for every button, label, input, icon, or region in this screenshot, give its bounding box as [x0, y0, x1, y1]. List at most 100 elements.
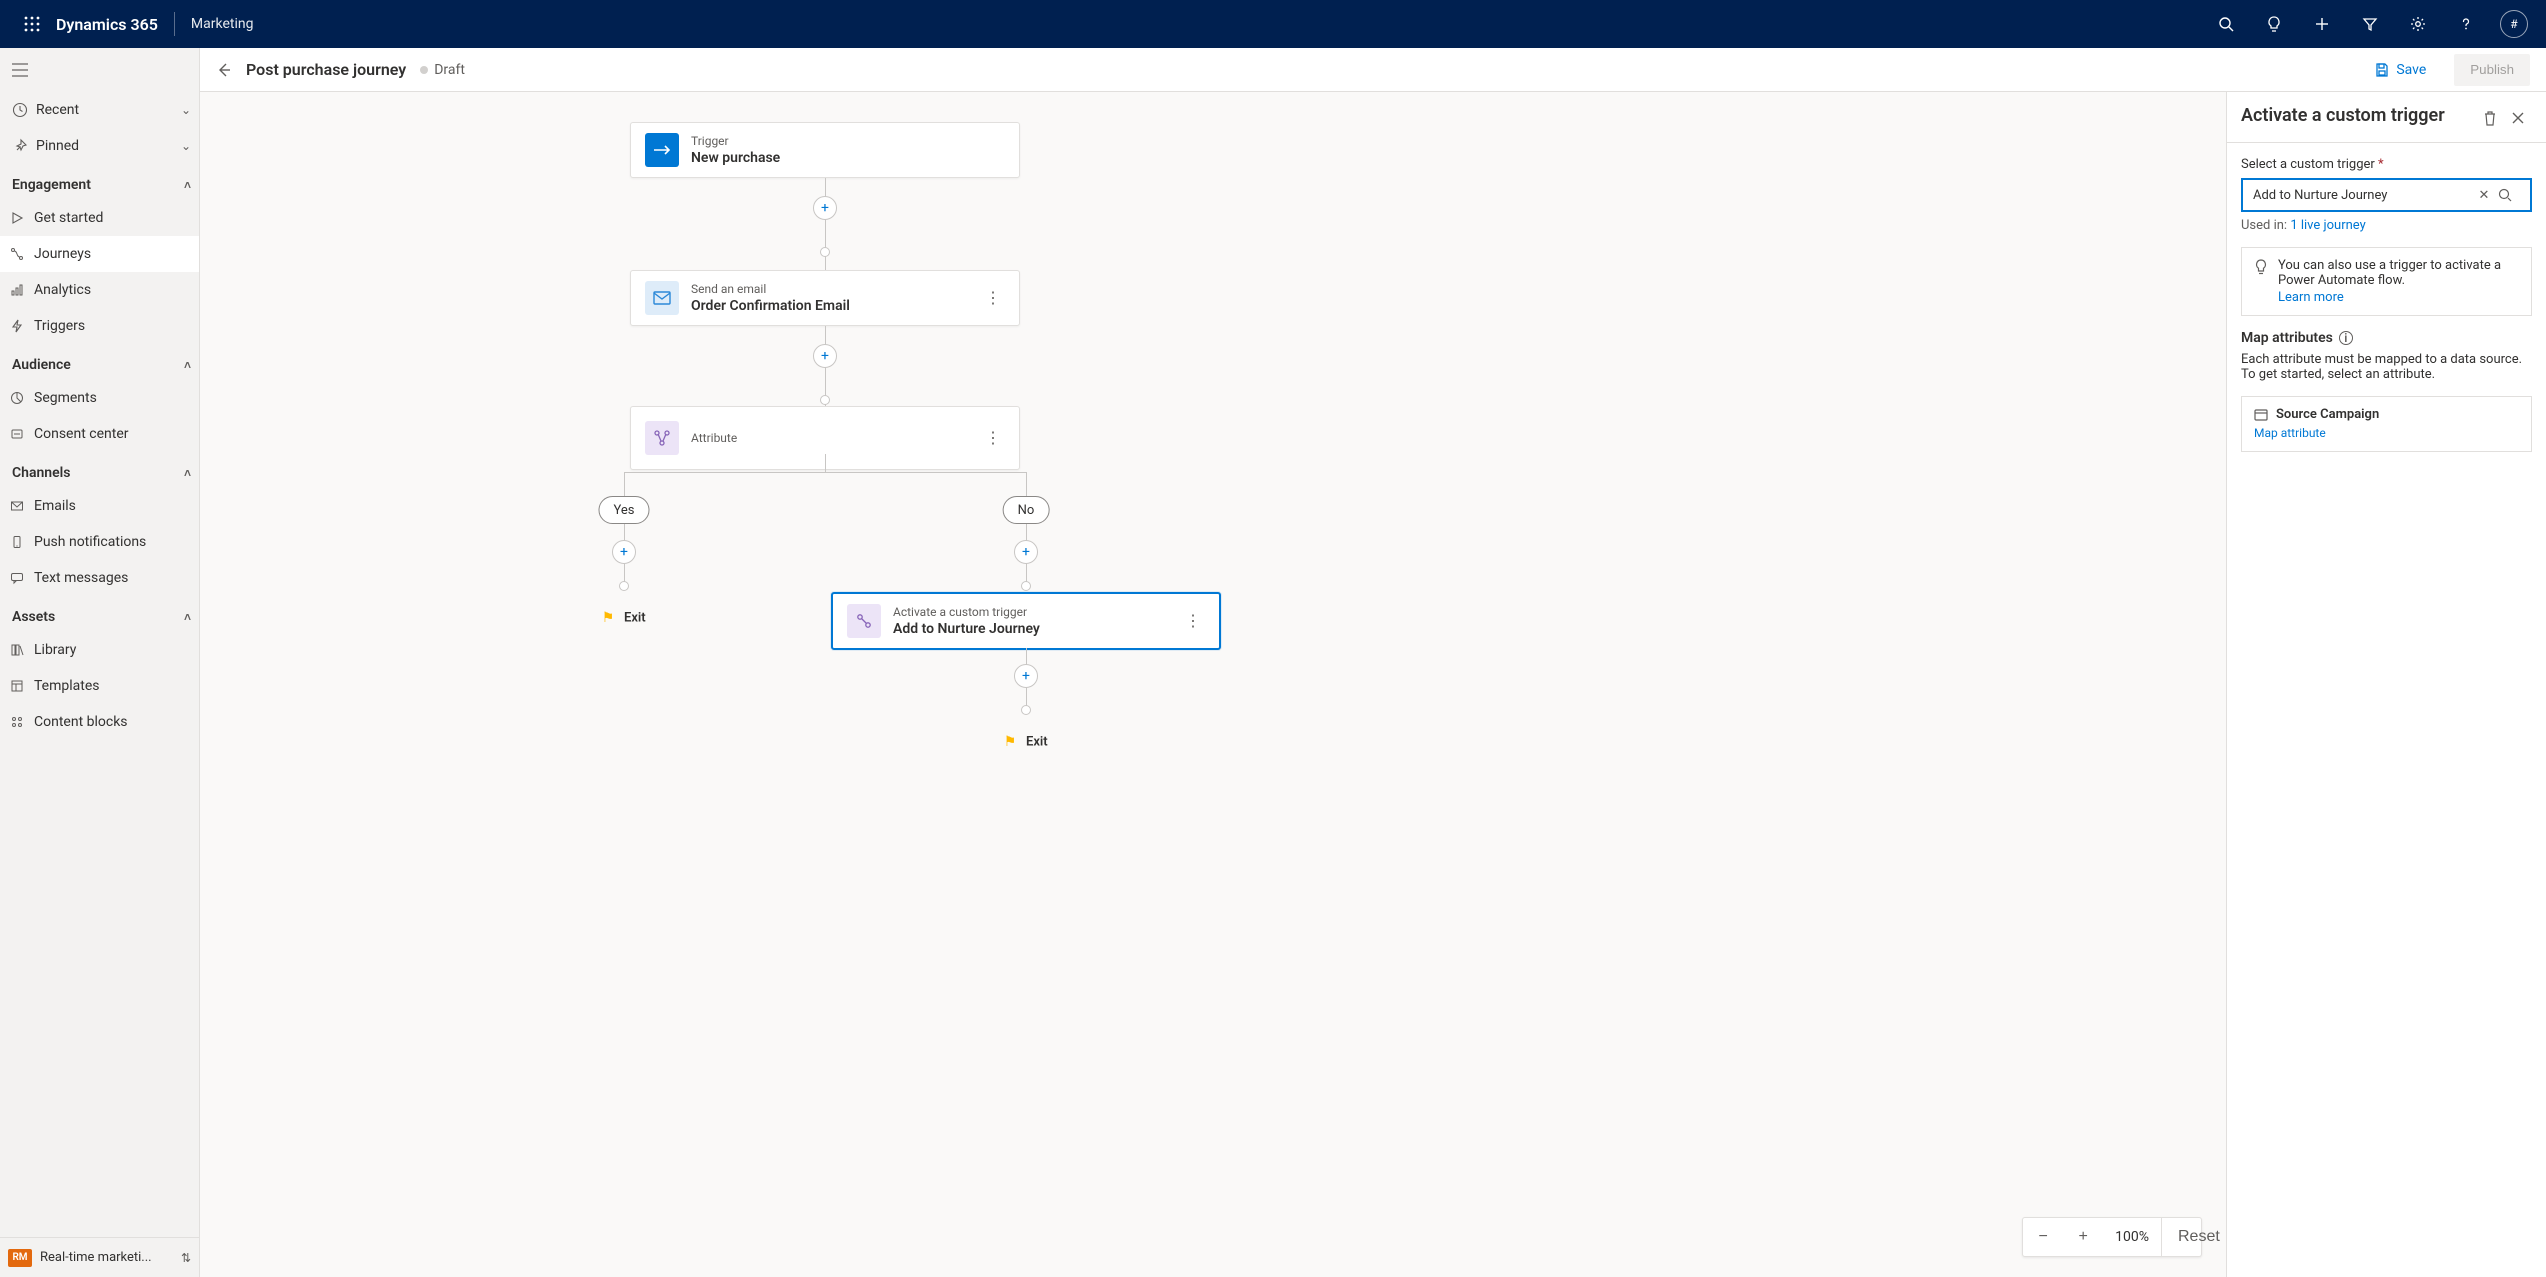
nav-content-blocks[interactable]: Content blocks: [0, 704, 199, 740]
chevron-up-icon: ˄: [184, 610, 191, 624]
lightbulb-icon: [2266, 16, 2282, 32]
help-button[interactable]: [2442, 0, 2490, 48]
blocks-icon: [10, 715, 34, 729]
insights-button[interactable]: [2250, 0, 2298, 48]
used-in-text: Used in: 1 live journey: [2241, 218, 2532, 233]
back-button[interactable]: [216, 62, 232, 78]
map-attribute-link[interactable]: Map attribute: [2254, 426, 2326, 440]
node-custom-type: Activate a custom trigger: [893, 604, 1040, 620]
nav-get-started[interactable]: Get started: [0, 200, 199, 236]
connector-dot: [1021, 705, 1031, 715]
zoom-reset-button[interactable]: Reset: [2161, 1217, 2201, 1257]
nav-push[interactable]: Push notifications: [0, 524, 199, 560]
journey-icon: [10, 247, 34, 261]
exit-no-label: Exit: [1026, 735, 1048, 750]
nav-templates[interactable]: Templates: [0, 668, 199, 704]
nav-library-label: Library: [34, 642, 191, 658]
branch-no[interactable]: No: [1003, 496, 1050, 524]
panel-title: Activate a custom trigger: [2241, 104, 2476, 128]
product-name[interactable]: Dynamics 365: [56, 15, 158, 34]
gear-icon: [2410, 16, 2426, 32]
record-status-label: Draft: [434, 62, 465, 78]
add-button[interactable]: [2298, 0, 2346, 48]
help-icon: [2458, 16, 2474, 32]
chevron-down-icon: ⌄: [181, 139, 191, 153]
journey-canvas[interactable]: Trigger New purchase + Send an email Ord…: [200, 92, 2226, 1277]
section-channels[interactable]: Channels ˄: [0, 452, 199, 488]
nav-analytics-label: Analytics: [34, 282, 191, 298]
nav-library[interactable]: Library: [0, 632, 199, 668]
node-email[interactable]: Send an email Order Confirmation Email ⋮: [630, 270, 1020, 326]
delete-node-button[interactable]: [2476, 104, 2504, 132]
topbar-divider: [174, 12, 175, 36]
nav-journeys[interactable]: Journeys: [0, 236, 199, 272]
trigger-node-icon: [645, 133, 679, 167]
add-step-button[interactable]: +: [813, 196, 837, 220]
node-custom-trigger[interactable]: Activate a custom trigger Add to Nurture…: [831, 592, 1221, 650]
close-panel-button[interactable]: [2504, 104, 2532, 132]
nav-text[interactable]: Text messages: [0, 560, 199, 596]
exit-flag-icon: ⚑: [602, 610, 615, 626]
nav-emails[interactable]: Emails: [0, 488, 199, 524]
nav-analytics[interactable]: Analytics: [0, 272, 199, 308]
map-attributes-title: Map attributes i: [2241, 330, 2532, 346]
filter-icon: [2362, 16, 2378, 32]
add-step-button[interactable]: +: [813, 344, 837, 368]
section-assets[interactable]: Assets ˄: [0, 596, 199, 632]
zoom-in-button[interactable]: +: [2063, 1217, 2103, 1257]
add-step-button[interactable]: +: [1014, 540, 1038, 564]
node-attribute-type: Attribute: [691, 430, 737, 446]
map-help-text: Each attribute must be mapped to a data …: [2241, 352, 2532, 382]
node-trigger[interactable]: Trigger New purchase: [630, 122, 1020, 178]
attribute-card[interactable]: Source Campaign Map attribute: [2241, 396, 2532, 452]
learn-more-link[interactable]: Learn more: [2278, 290, 2519, 305]
node-custom-name: Add to Nurture Journey: [893, 620, 1040, 638]
app-launcher[interactable]: [8, 16, 56, 32]
lookup-search-button[interactable]: [2498, 188, 2526, 202]
node-more-button[interactable]: ⋮: [981, 426, 1005, 450]
used-in-link[interactable]: 1 live journey: [2290, 218, 2365, 233]
info-icon[interactable]: i: [2339, 331, 2353, 345]
nav-pinned[interactable]: Pinned ⌄: [0, 128, 199, 164]
select-trigger-combo[interactable]: Add to Nurture Journey ✕: [2241, 178, 2532, 212]
node-email-name: Order Confirmation Email: [691, 297, 850, 315]
nav-get-started-label: Get started: [34, 210, 191, 226]
section-engagement-label: Engagement: [12, 177, 184, 193]
publish-button[interactable]: Publish: [2454, 54, 2530, 86]
section-audience[interactable]: Audience ˄: [0, 344, 199, 380]
chevron-down-icon: ⌄: [181, 103, 191, 117]
branch-yes[interactable]: Yes: [599, 496, 650, 524]
nav-triggers[interactable]: Triggers: [0, 308, 199, 344]
sidebar-toggle[interactable]: [0, 48, 199, 92]
back-arrow-icon: [216, 62, 232, 78]
settings-button[interactable]: [2394, 0, 2442, 48]
breadcrumb-title[interactable]: Post purchase journey: [246, 60, 406, 79]
filter-button[interactable]: [2346, 0, 2394, 48]
nav-recent[interactable]: Recent ⌄: [0, 92, 199, 128]
zoom-out-button[interactable]: −: [2023, 1217, 2063, 1257]
segments-icon: [10, 391, 34, 405]
node-more-button[interactable]: ⋮: [981, 286, 1005, 310]
chevron-up-icon: ˄: [184, 466, 191, 480]
node-trigger-name: New purchase: [691, 149, 780, 167]
save-button[interactable]: Save: [2374, 62, 2426, 78]
add-step-button[interactable]: +: [1014, 664, 1038, 688]
add-step-button[interactable]: +: [612, 540, 636, 564]
nav-segments[interactable]: Segments: [0, 380, 199, 416]
nav-consent[interactable]: Consent center: [0, 416, 199, 452]
section-engagement[interactable]: Engagement ˄: [0, 164, 199, 200]
nav-recent-label: Recent: [36, 102, 181, 118]
waffle-icon: [24, 16, 40, 32]
area-switcher[interactable]: RM Real-time marketi... ⇅: [0, 1237, 199, 1277]
nav-content-blocks-label: Content blocks: [34, 714, 191, 730]
connector-dot: [619, 581, 629, 591]
app-name[interactable]: Marketing: [191, 16, 254, 32]
field-icon: [2254, 409, 2268, 421]
attribute-name: Source Campaign: [2276, 407, 2379, 422]
account-button[interactable]: #: [2490, 0, 2538, 48]
search-button[interactable]: [2202, 0, 2250, 48]
node-more-button[interactable]: ⋮: [1181, 609, 1205, 633]
zoom-controls: − + 100% Reset: [2022, 1217, 2202, 1257]
connector-dot: [820, 247, 830, 257]
clear-selection-button[interactable]: ✕: [2470, 188, 2498, 203]
